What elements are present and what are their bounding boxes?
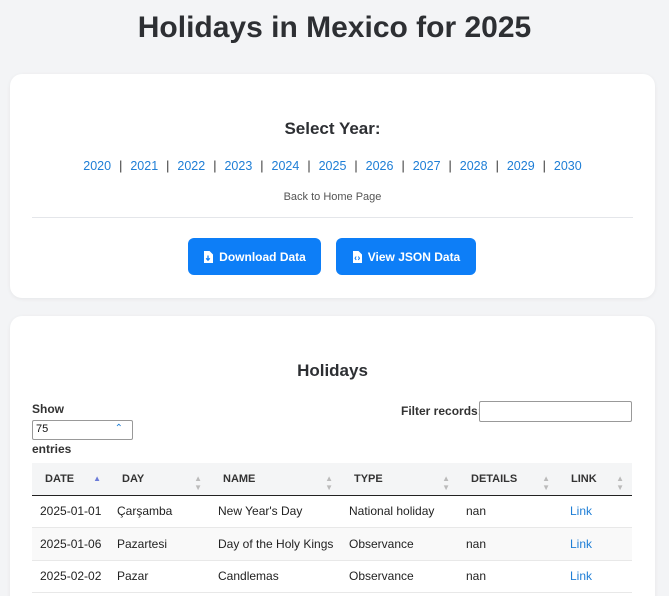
view-json-label: View JSON Data [367,249,461,264]
year-link-2021[interactable]: 2021 [130,159,158,173]
table-header-row: DATE ▲ DAY ▲ ▼ NAME ▲ ▼ TYPE ▲ ▼ DETAILS… [32,463,632,496]
year-link-2028[interactable]: 2028 [460,159,488,173]
sort-icon: ▲ ▼ [325,474,333,492]
holidays-table: DATE ▲ DAY ▲ ▼ NAME ▲ ▼ TYPE ▲ ▼ DETAILS… [32,463,632,593]
cell-type: Observance [341,560,458,593]
cell-link: Link [558,560,632,593]
column-header-day[interactable]: DAY ▲ ▼ [109,463,210,496]
column-header-date[interactable]: DATE ▲ [32,463,109,496]
entries-label: entries [32,442,72,456]
year-separator: | [213,159,217,173]
view-json-button[interactable]: View JSON Data [336,238,476,275]
year-link-2023[interactable]: 2023 [224,159,252,173]
year-separator: | [495,159,499,173]
year-separator: | [401,159,405,173]
entries-select-value: 75 [36,423,49,435]
holidays-card: Holidays Show 75 ⌃ entries Filter record… [10,316,655,596]
year-link-2024[interactable]: 2024 [272,159,300,173]
divider [32,217,633,218]
cell-link: Link [558,527,632,561]
cell-type: Observance [341,527,458,561]
year-separator: | [448,159,452,173]
cell-type: National holiday [341,495,458,528]
download-data-label: Download Data [219,249,306,264]
holidays-heading: Holidays [297,361,368,380]
year-separator: | [307,159,311,173]
year-separator: | [166,159,170,173]
sort-asc-icon: ▲ [93,474,101,483]
column-header-details[interactable]: DETAILS ▲ ▼ [458,463,558,496]
file-download-icon [203,250,214,263]
year-link-2022[interactable]: 2022 [177,159,205,173]
cell-day: Pazar [109,560,210,593]
sort-icon: ▲ ▼ [442,474,450,492]
select-year-heading: Select Year: [284,119,381,138]
year-selector-card: Select Year: 2020 | 2021 | 2022 | 2023 | 2024 | 20… [10,74,655,298]
holiday-link[interactable]: Link [570,569,592,583]
entries-select[interactable]: 75 ⌃ [32,420,133,440]
cell-name: New Year's Day [210,495,341,528]
column-header-link[interactable]: LINK ▲ ▼ [558,463,632,496]
cell-details: nan [458,527,558,561]
column-header-label: TYPE [354,472,383,485]
table-row: 2025-01-06 Pazartesi Day of the Holy Kin… [32,527,632,561]
page-title: Holidays in Mexico for 2025 [137,11,532,44]
year-link-2020[interactable]: 2020 [83,159,111,173]
year-links: 2020 | 2021 | 2022 | 2023 | 2024 | 2025 | 2026 | 2027 |… [10,159,655,173]
table-row: 2025-01-01 Çarşamba New Year's Day Natio… [32,495,632,528]
year-link-2025[interactable]: 2025 [319,159,347,173]
cell-link: Link [558,495,632,528]
download-data-button[interactable]: Download Data [188,238,321,275]
column-header-label: DETAILS [471,472,518,485]
cell-date: 2025-02-02 [32,560,109,593]
sort-icon: ▲ ▼ [194,474,202,492]
year-link-2029[interactable]: 2029 [507,159,535,173]
holidays-table-wrapper: DATE ▲ DAY ▲ ▼ NAME ▲ ▼ TYPE ▲ ▼ DETAILS… [32,463,632,593]
year-separator: | [354,159,358,173]
cell-name: Candlemas [210,560,341,593]
show-label: Show [32,402,64,416]
cell-date: 2025-01-06 [32,527,109,561]
cell-name: Day of the Holy Kings [210,527,341,561]
column-header-name[interactable]: NAME ▲ ▼ [210,463,341,496]
filter-records-label: Filter records: [401,404,482,418]
column-header-label: DAY [122,472,145,485]
sort-icon: ▲ ▼ [542,474,550,492]
column-header-label: DATE [45,472,75,485]
year-link-2026[interactable]: 2026 [366,159,394,173]
year-separator: | [260,159,264,173]
holiday-link[interactable]: Link [570,504,592,518]
year-separator: | [542,159,546,173]
back-to-home-link[interactable]: Back to Home Page [10,191,655,203]
table-row: 2025-02-02 Pazar Candlemas Observance na… [32,560,632,593]
file-json-icon [352,250,362,263]
column-header-label: NAME [223,472,256,485]
cell-details: nan [458,560,558,593]
cell-details: nan [458,495,558,528]
chevron-up-icon: ⌃ [114,423,123,434]
year-separator: | [119,159,123,173]
holiday-link[interactable]: Link [570,537,592,551]
year-link-2027[interactable]: 2027 [413,159,441,173]
filter-records-input[interactable] [479,401,632,422]
year-link-2030[interactable]: 2030 [554,159,582,173]
column-header-type[interactable]: TYPE ▲ ▼ [341,463,458,496]
cell-date: 2025-01-01 [32,495,109,528]
cell-day: Çarşamba [109,495,210,528]
cell-day: Pazartesi [109,527,210,561]
sort-icon: ▲ ▼ [616,474,624,492]
column-header-label: LINK [571,472,597,485]
